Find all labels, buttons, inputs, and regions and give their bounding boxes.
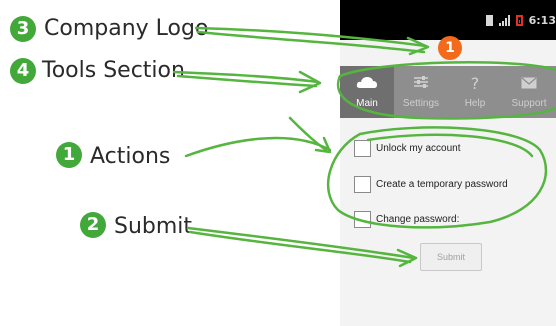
annotation-label-submit: Submit — [114, 214, 193, 239]
option-label: Create a temporary password — [376, 179, 508, 190]
annotation-label-tools-section: Tools Section — [42, 58, 185, 83]
envelope-icon — [502, 74, 556, 94]
annotation-badge-company-logo: 3 — [10, 16, 36, 42]
submit-button[interactable]: Submit — [420, 243, 482, 271]
tab-help[interactable]: ? Help — [448, 66, 502, 118]
phone-screen: 6:13 1 Main Settings ? Help Support Unlo… — [340, 0, 556, 326]
battery-icon — [515, 14, 523, 26]
sim-icon — [485, 14, 493, 26]
signal-icon — [498, 14, 510, 26]
option-change-password[interactable]: Change password: — [354, 211, 459, 228]
company-logo-marker: 1 — [438, 36, 462, 60]
arrow-to-tools-trail — [176, 74, 318, 88]
arrow-to-actions — [184, 136, 332, 158]
annotation-label-actions: Actions — [90, 144, 171, 169]
tools-section: Main Settings ? Help Support — [340, 66, 556, 118]
option-label: Unlock my account — [376, 143, 461, 154]
tab-help-label: Help — [464, 98, 486, 109]
annotation-badge-actions: 1 — [56, 142, 82, 168]
checkbox[interactable] — [354, 140, 371, 157]
annotation-label-company-logo: Company Logo — [44, 16, 209, 41]
option-unlock-account[interactable]: Unlock my account — [354, 140, 460, 157]
arrow-to-tools — [172, 70, 320, 84]
annotation-badge-submit: 2 — [80, 212, 106, 238]
arrow-to-actions-head — [314, 136, 332, 154]
tab-support[interactable]: Support — [502, 66, 556, 118]
option-temporary-password[interactable]: Create a temporary password — [354, 176, 508, 193]
tab-settings-label: Settings — [402, 98, 440, 109]
status-time: 6:13 — [528, 13, 556, 27]
tab-main[interactable]: Main — [340, 66, 394, 118]
checkbox[interactable] — [354, 211, 371, 228]
cloud-icon — [340, 74, 394, 94]
status-bar: 6:13 — [340, 0, 556, 40]
tab-main-label: Main — [356, 98, 378, 109]
question-icon: ? — [470, 74, 480, 93]
option-label: Change password: — [376, 214, 460, 225]
sliders-icon — [394, 74, 448, 94]
arrow-to-actions-wave — [288, 116, 328, 152]
arrow-to-tools-head — [298, 70, 322, 94]
tab-settings[interactable]: Settings — [394, 66, 448, 118]
checkbox[interactable] — [354, 176, 371, 193]
tab-support-label: Support — [511, 98, 547, 109]
annotation-badge-tools-section: 4 — [10, 58, 36, 84]
